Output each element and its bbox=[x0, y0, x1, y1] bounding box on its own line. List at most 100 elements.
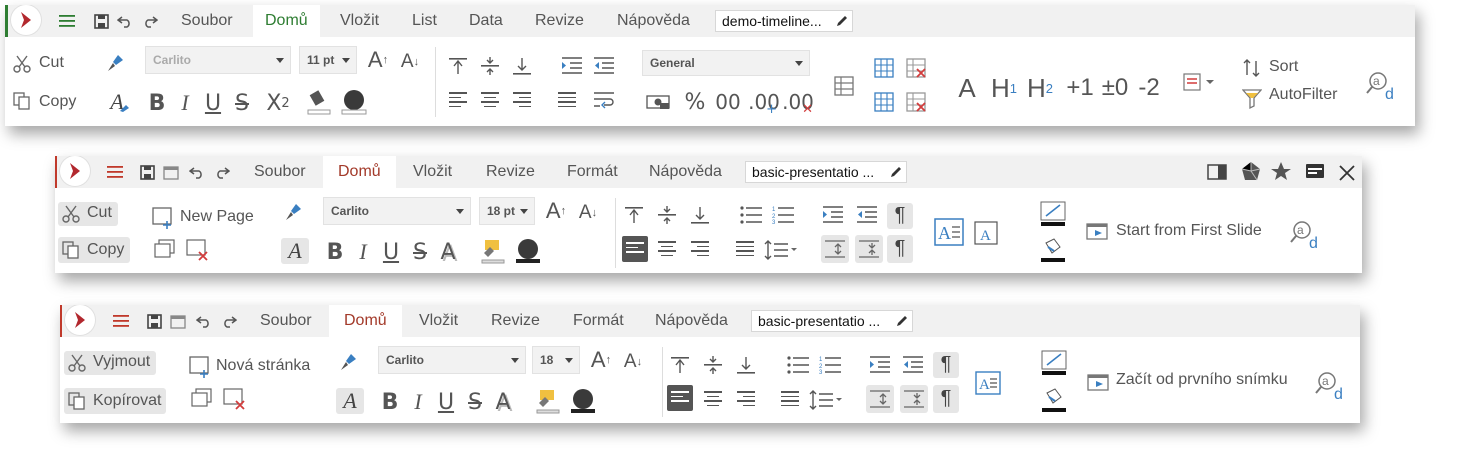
tab-insert[interactable]: Vložit bbox=[340, 12, 379, 30]
cell-background-icon[interactable] bbox=[305, 87, 333, 117]
sort-button[interactable]: Sort bbox=[1269, 58, 1298, 76]
shadow-button[interactable]: A bbox=[437, 238, 459, 266]
numbered-list-icon[interactable]: 123 bbox=[771, 204, 795, 226]
tab-home[interactable]: Domů bbox=[329, 305, 402, 337]
align-middle-icon[interactable] bbox=[479, 55, 501, 77]
font-size-select[interactable]: 11 pt bbox=[299, 46, 357, 74]
number-format-button[interactable]: 00 bbox=[713, 89, 743, 115]
numbered-list-icon[interactable]: 123 bbox=[818, 354, 842, 376]
shrink-font-icon[interactable]: A ↓ bbox=[575, 200, 601, 226]
strikethrough-button[interactable]: S bbox=[409, 238, 431, 266]
align-left-button[interactable] bbox=[622, 236, 648, 262]
undo-icon[interactable] bbox=[115, 11, 135, 31]
paintbrush-icon[interactable] bbox=[282, 200, 306, 224]
italic-button[interactable]: I bbox=[353, 238, 373, 266]
find-replace-icon[interactable]: ad bbox=[1314, 369, 1348, 403]
align-bottom-icon[interactable] bbox=[735, 354, 757, 376]
tab-review[interactable]: Revize bbox=[491, 312, 540, 330]
sidebar-icon[interactable] bbox=[1205, 161, 1229, 183]
tab-home[interactable]: Domů bbox=[323, 156, 396, 188]
close-icon[interactable] bbox=[1335, 161, 1359, 185]
save-as-icon[interactable] bbox=[168, 311, 188, 331]
paintbrush-icon[interactable] bbox=[337, 350, 361, 374]
vertical-text-icon[interactable]: A bbox=[973, 220, 999, 246]
tab-file[interactable]: Soubor bbox=[181, 12, 233, 30]
tab-home[interactable]: Domů bbox=[253, 5, 320, 37]
strikethrough-button[interactable]: S bbox=[464, 388, 486, 416]
justify-icon[interactable] bbox=[781, 391, 799, 409]
font-name-select[interactable]: Carlito bbox=[145, 46, 291, 74]
save-icon[interactable] bbox=[144, 311, 164, 331]
delete-decimal-button[interactable]: .00 ✕ bbox=[782, 89, 814, 117]
bold-button[interactable]: B bbox=[323, 238, 347, 266]
document-name-field[interactable]: demo-timeline... bbox=[715, 10, 853, 32]
tab-format[interactable]: Formát bbox=[573, 312, 624, 330]
underline-button[interactable]: U bbox=[379, 238, 403, 266]
save-icon[interactable] bbox=[137, 162, 157, 182]
decrease-indent-icon[interactable] bbox=[593, 55, 615, 77]
font-color-icon[interactable] bbox=[339, 87, 369, 117]
grow-font-icon[interactable]: A ↑ bbox=[543, 198, 569, 224]
save-icon[interactable] bbox=[91, 11, 111, 31]
percent-button[interactable]: % bbox=[683, 89, 707, 115]
align-middle-icon[interactable] bbox=[656, 204, 678, 226]
star-icon[interactable] bbox=[1269, 160, 1293, 182]
align-bottom-icon[interactable] bbox=[689, 204, 711, 226]
align-right-icon[interactable] bbox=[737, 391, 755, 409]
shrink-font-icon[interactable]: A ↓ bbox=[397, 49, 423, 75]
tab-help[interactable]: Nápověda bbox=[655, 312, 728, 330]
align-top-icon[interactable] bbox=[669, 354, 691, 376]
notebookbar-icon[interactable] bbox=[1303, 160, 1327, 182]
line-color-icon[interactable] bbox=[1040, 349, 1068, 377]
bullet-list-icon[interactable] bbox=[739, 204, 763, 226]
save-as-icon[interactable] bbox=[161, 162, 181, 182]
find-replace-icon[interactable]: ad bbox=[1289, 218, 1323, 252]
delete-page-icon[interactable] bbox=[222, 387, 248, 413]
start-slideshow-button[interactable]: Start from First Slide bbox=[1116, 222, 1262, 240]
highlight-color-icon[interactable] bbox=[479, 236, 507, 266]
align-center-icon[interactable] bbox=[481, 92, 499, 110]
sort-icon[interactable] bbox=[1241, 57, 1263, 79]
font-color-icon[interactable] bbox=[513, 236, 543, 266]
copy-button[interactable]: Copy bbox=[39, 93, 76, 111]
style-neutral-button[interactable]: ±0 bbox=[1099, 74, 1131, 102]
slideshow-icon[interactable] bbox=[1086, 371, 1112, 397]
align-right-icon[interactable] bbox=[513, 92, 531, 110]
add-decimal-button[interactable]: .00 + bbox=[748, 89, 780, 117]
italic-button[interactable]: I bbox=[175, 89, 195, 117]
align-left-icon[interactable] bbox=[449, 92, 467, 110]
font-size-select[interactable]: 18 bbox=[532, 346, 580, 374]
style-heading1-button[interactable]: H1 bbox=[989, 73, 1019, 103]
styles-dropdown-icon[interactable] bbox=[1181, 71, 1217, 95]
new-page-button[interactable]: New Page bbox=[180, 208, 254, 226]
align-center-icon[interactable] bbox=[704, 391, 722, 409]
undo-icon[interactable] bbox=[187, 162, 207, 182]
underline-button[interactable]: U bbox=[434, 388, 458, 416]
align-center-icon[interactable] bbox=[658, 241, 676, 259]
tab-review[interactable]: Revize bbox=[486, 163, 535, 181]
start-slideshow-button[interactable]: Začít od prvního snímku bbox=[1116, 371, 1288, 389]
fill-color-icon[interactable] bbox=[1039, 236, 1067, 264]
slideshow-icon[interactable] bbox=[1085, 220, 1111, 246]
tab-sheet[interactable]: List bbox=[412, 12, 437, 30]
bold-button[interactable]: B bbox=[145, 89, 169, 117]
grow-font-icon[interactable]: A ↑ bbox=[588, 347, 614, 373]
fill-color-icon[interactable] bbox=[1040, 386, 1068, 414]
autofilter-icon[interactable] bbox=[1241, 87, 1263, 111]
text-box-icon[interactable]: A bbox=[933, 216, 965, 248]
tab-file[interactable]: Soubor bbox=[254, 163, 306, 181]
justify-icon[interactable] bbox=[558, 92, 576, 110]
new-page-icon[interactable] bbox=[188, 355, 212, 379]
font-color-icon[interactable] bbox=[568, 386, 598, 416]
superscript-button[interactable]: X2 bbox=[263, 89, 293, 117]
tab-data[interactable]: Data bbox=[469, 12, 503, 30]
increase-indent-icon[interactable] bbox=[561, 55, 583, 77]
increase-indent-icon[interactable] bbox=[821, 204, 845, 226]
document-name-field[interactable]: basic-presentatio ... bbox=[745, 161, 907, 183]
align-right-icon[interactable] bbox=[691, 241, 709, 259]
font-size-select[interactable]: 18 pt bbox=[479, 197, 535, 225]
app-logo[interactable] bbox=[11, 5, 41, 35]
align-middle-icon[interactable] bbox=[702, 354, 724, 376]
strikethrough-button[interactable]: S bbox=[231, 89, 253, 117]
line-color-icon[interactable] bbox=[1039, 200, 1067, 228]
